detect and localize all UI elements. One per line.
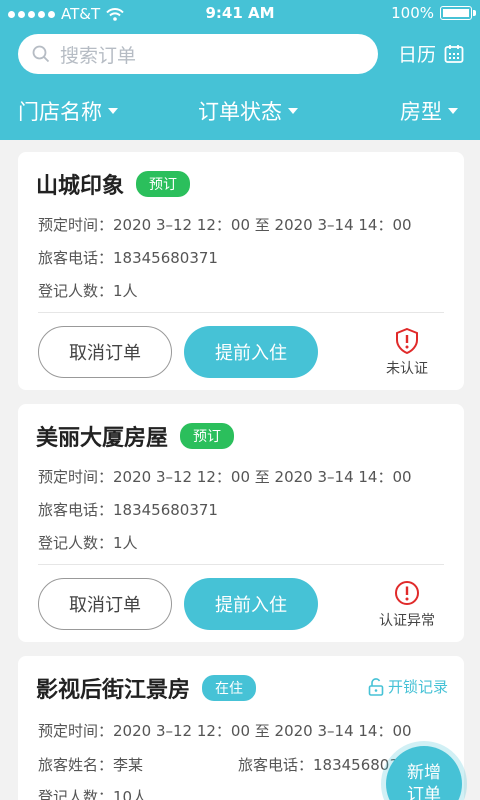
booking-time: 预定时间：2020 3–12 12：00 至 2020 3–14 14：00 (38, 468, 412, 486)
property-name: 山城印象 (36, 174, 125, 199)
unlock-records-link[interactable]: 开锁记录 (368, 676, 448, 697)
card-title: 美丽大厦房屋 预订 (36, 420, 235, 452)
add-order-label-line1: 新增 (407, 762, 441, 783)
battery-group: 100% (391, 4, 476, 22)
battery-icon (440, 6, 476, 20)
search-input[interactable]: 搜索订单 (18, 34, 378, 74)
calendar-button[interactable]: 日历 (398, 40, 464, 67)
early-checkin-button[interactable]: 提前入住 (184, 326, 318, 378)
verification-status: 未认证 (372, 328, 442, 378)
filter-order-status-label: 订单状态 (198, 100, 282, 124)
battery-percent: 100% (391, 4, 434, 22)
shield-alert-icon (396, 328, 418, 354)
header: AT&T 9:41 AM 100% 搜索订单 日历 门店名称 订单状态 房型 (0, 0, 480, 140)
divider (38, 564, 444, 565)
filter-room-type-label: 房型 (400, 100, 442, 124)
divider (38, 312, 444, 313)
cancel-order-button[interactable]: 取消订单 (38, 578, 172, 630)
unlock-records-label: 开锁记录 (387, 678, 448, 696)
property-name: 美丽大厦房屋 (36, 426, 169, 451)
guest-name: 旅客姓名：李某 (38, 756, 144, 774)
filter-store-label: 门店名称 (18, 100, 102, 124)
guest-phone: 旅客电话：18345680371 (38, 249, 218, 267)
guest-phone: 旅客电话：18345680371 (38, 501, 218, 519)
status-badge: 在住 (202, 675, 257, 701)
status-badge: 预订 (136, 171, 191, 197)
early-checkin-button[interactable]: 提前入住 (184, 578, 318, 630)
alert-circle-icon (395, 581, 419, 605)
order-card[interactable]: 山城印象 预订 预定时间：2020 3–12 12：00 至 2020 3–14… (18, 152, 464, 390)
cancel-order-button[interactable]: 取消订单 (38, 326, 172, 378)
filter-order-status[interactable]: 订单状态 (198, 96, 298, 126)
guest-count: 登记人数：1人 (38, 282, 138, 300)
filter-room-type[interactable]: 房型 (400, 96, 458, 126)
card-title: 影视后街江景房 在住 (36, 672, 257, 704)
filter-bar: 门店名称 订单状态 房型 (0, 96, 480, 128)
caret-down-icon (108, 108, 118, 114)
verification-label: 认证异常 (379, 613, 435, 629)
caret-down-icon (288, 108, 298, 114)
order-card[interactable]: 美丽大厦房屋 预订 预定时间：2020 3–12 12：00 至 2020 3–… (18, 404, 464, 642)
add-order-label-line2: 订单 (407, 785, 441, 800)
property-name: 影视后街江景房 (36, 678, 191, 703)
filter-store[interactable]: 门店名称 (18, 96, 118, 126)
verification-label: 未认证 (386, 361, 428, 377)
card-title: 山城印象 预订 (36, 168, 191, 200)
search-icon (32, 45, 50, 63)
caret-down-icon (448, 108, 458, 114)
booking-time: 预定时间：2020 3–12 12：00 至 2020 3–14 14：00 (38, 216, 412, 234)
calendar-label: 日历 (397, 44, 436, 66)
guest-count: 登记人数：1人 (38, 534, 138, 552)
calendar-icon (444, 44, 464, 63)
unlock-icon (368, 677, 384, 696)
verification-status: 认证异常 (372, 580, 442, 630)
status-bar: AT&T 9:41 AM 100% (0, 0, 480, 28)
booking-time: 预定时间：2020 3–12 12：00 至 2020 3–14 14：00 (38, 722, 412, 740)
search-placeholder: 搜索订单 (60, 44, 137, 67)
guest-count: 登记人数：10人 (38, 788, 148, 800)
status-badge: 预订 (180, 423, 235, 449)
